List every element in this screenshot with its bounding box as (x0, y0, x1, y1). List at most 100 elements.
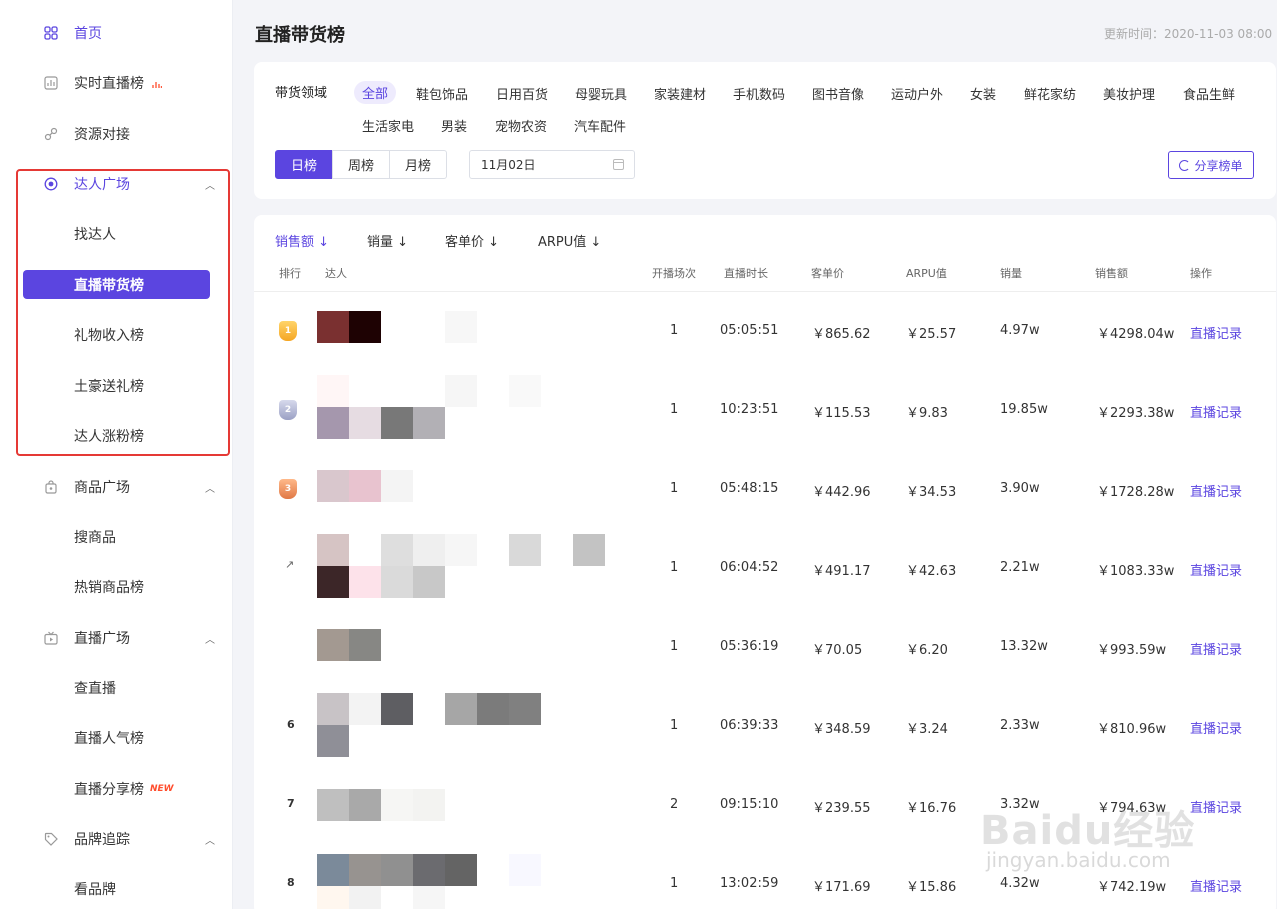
column-header: 客单价 (811, 267, 844, 280)
cell-sessions: 1 (670, 402, 679, 417)
trend-up-icon: ↗ (285, 558, 295, 571)
sort-unit-price[interactable]: 客单价 ↓ (445, 231, 499, 250)
tab-weekly[interactable]: 周榜 (332, 150, 390, 179)
cell-volume: 19.85w (1000, 402, 1048, 417)
hot-chart-icon (152, 82, 162, 88)
chevron-up-icon[interactable]: ︿ (205, 832, 215, 847)
nav-group-live[interactable]: 直播广场 ︿ (0, 613, 233, 663)
watermark-url: jingyan.baidu.com (986, 848, 1171, 872)
column-header: 操作 (1190, 267, 1212, 280)
nav-label: 直播带货榜 (74, 278, 144, 294)
nav-gift-income-rank[interactable]: 礼物收入榜 (0, 310, 233, 360)
live-record-link[interactable]: 直播记录 (1190, 323, 1242, 342)
cell-sales: ￥4298.04w (1097, 327, 1175, 342)
nav-label: 达人涨粉榜 (74, 429, 144, 445)
category-item[interactable]: 母婴玩具 (575, 84, 627, 103)
nav-live-sales-rank[interactable]: 直播带货榜 (0, 260, 233, 310)
chevron-up-icon[interactable]: ︿ (205, 631, 215, 646)
nav-live-share-rank[interactable]: 直播分享榜 NEW (0, 764, 233, 814)
sort-volume[interactable]: 销量 ↓ (367, 231, 408, 250)
nav-label: 商品广场 (74, 480, 130, 496)
nav-label: 直播人气榜 (74, 731, 144, 747)
cell-volume: 13.32w (1000, 639, 1048, 654)
cell-sessions: 1 (670, 560, 679, 575)
cell-arpu: ￥9.83 (906, 406, 948, 421)
nav-rich-gift-rank[interactable]: 土豪送礼榜 (0, 361, 233, 411)
cell-duration: 13:02:59 (720, 876, 779, 891)
chevron-up-icon[interactable]: ︿ (205, 480, 215, 495)
category-item[interactable]: 手机数码 (733, 84, 785, 103)
nav-resource[interactable]: 资源对接 (0, 109, 233, 159)
nav-label: 首页 (74, 26, 102, 42)
nav-search-live[interactable]: 查直播 (0, 663, 233, 713)
live-record-link[interactable]: 直播记录 (1190, 876, 1242, 895)
cell-arpu: ￥3.24 (906, 722, 948, 737)
live-record-link[interactable]: 直播记录 (1190, 718, 1242, 737)
nav-find-talent[interactable]: 找达人 (0, 209, 233, 259)
sort-arpu[interactable]: ARPU值 ↓ (538, 231, 601, 250)
category-item[interactable]: 鲜花家纺 (1024, 84, 1076, 103)
avatar-mosaic (317, 693, 605, 757)
nav-home[interactable]: 首页 (0, 8, 233, 58)
category-item[interactable]: 宠物农资 (495, 116, 547, 135)
user-circle-icon (44, 177, 58, 191)
category-item[interactable]: 鞋包饰品 (416, 84, 468, 103)
category-item[interactable]: 男装 (441, 116, 467, 135)
table-row: 3 1 05:48:15 ￥442.96 ￥34.53 3.90w ￥1728.… (254, 449, 1276, 528)
category-item[interactable]: 汽车配件 (574, 116, 626, 135)
cell-unit-price: ￥239.55 (812, 801, 871, 816)
category-item[interactable]: 女装 (970, 84, 996, 103)
category-item[interactable]: 美妆护理 (1103, 84, 1155, 103)
category-all[interactable]: 全部 (354, 81, 397, 104)
chevron-up-icon[interactable]: ︿ (205, 177, 215, 192)
nav-label: 礼物收入榜 (74, 328, 144, 344)
category-item[interactable]: 运动户外 (891, 84, 943, 103)
live-record-link[interactable]: 直播记录 (1190, 560, 1242, 579)
sort-sales[interactable]: 销售额 ↓ (275, 231, 329, 250)
cell-sessions: 1 (670, 639, 679, 654)
category-item[interactable]: 食品生鲜 (1183, 84, 1235, 103)
nav-label: 查直播 (74, 681, 116, 697)
nav-live-realtime[interactable]: 实时直播榜 (0, 58, 233, 108)
cell-unit-price: ￥348.59 (812, 722, 871, 737)
cell-unit-price: ￥70.05 (812, 643, 863, 658)
avatar-mosaic (317, 534, 605, 598)
cell-sessions: 2 (670, 797, 679, 812)
nav-group-talent[interactable]: 达人广场 ︿ (0, 159, 233, 209)
calendar-icon (613, 159, 624, 170)
cell-arpu: ￥34.53 (906, 485, 957, 500)
nav-group-brand[interactable]: 品牌追踪 ︿ (0, 814, 233, 864)
tv-icon (44, 631, 58, 645)
category-item[interactable]: 日用百货 (496, 84, 548, 103)
tab-monthly[interactable]: 月榜 (389, 150, 447, 179)
cell-sessions: 1 (670, 323, 679, 338)
column-header: 达人 (325, 267, 347, 280)
live-record-link[interactable]: 直播记录 (1190, 639, 1242, 658)
share-rank-button[interactable]: 分享榜单 (1168, 151, 1254, 179)
cell-arpu: ￥6.20 (906, 643, 948, 658)
nav-hot-goods-rank[interactable]: 热销商品榜 (0, 562, 233, 612)
cell-arpu: ￥16.76 (906, 801, 957, 816)
nav-group-goods[interactable]: 商品广场 ︿ (0, 462, 233, 512)
cell-sales: ￥742.19w (1097, 880, 1167, 895)
cell-volume: 4.32w (1000, 876, 1040, 891)
grid-icon (44, 26, 58, 40)
nav-search-goods[interactable]: 搜商品 (0, 512, 233, 562)
tab-daily[interactable]: 日榜 (275, 150, 333, 179)
cell-arpu: ￥25.57 (906, 327, 957, 342)
category-item[interactable]: 生活家电 (362, 116, 414, 135)
date-picker[interactable]: 11月02日 (469, 150, 635, 179)
live-record-link[interactable]: 直播记录 (1190, 402, 1242, 421)
column-header: 直播时长 (724, 267, 768, 280)
nav-label: 直播分享榜 (74, 782, 144, 798)
nav-fans-growth-rank[interactable]: 达人涨粉榜 (0, 411, 233, 461)
sidebar: 首页 实时直播榜 资源对接 达人广场 ︿ 找达人 直播带货榜 礼物收入榜 土豪送… (0, 0, 233, 909)
cell-sales: ￥1083.33w (1097, 564, 1175, 579)
rank-number: 6 (287, 718, 295, 731)
category-item[interactable]: 图书音像 (812, 84, 864, 103)
nav-view-brand[interactable]: 看品牌 (0, 864, 233, 909)
nav-live-popularity-rank[interactable]: 直播人气榜 (0, 713, 233, 763)
live-record-link[interactable]: 直播记录 (1190, 797, 1242, 816)
category-item[interactable]: 家装建材 (654, 84, 706, 103)
live-record-link[interactable]: 直播记录 (1190, 481, 1242, 500)
